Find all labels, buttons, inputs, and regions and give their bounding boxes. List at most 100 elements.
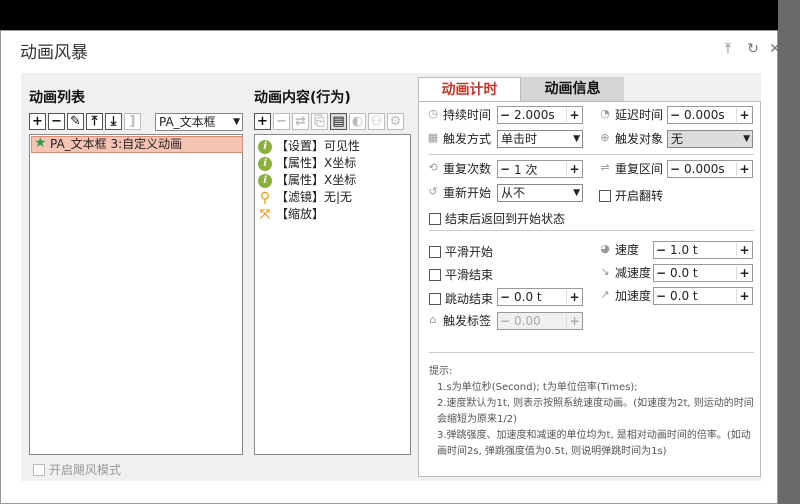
increment-icon[interactable]: + [736, 162, 752, 176]
smooth-end-box[interactable] [429, 268, 441, 281]
restart-dropdown[interactable]: 从不 ▼ [497, 184, 583, 202]
decel-value[interactable]: 0.0 t [668, 266, 736, 280]
tips: 提示: 1.s为单位秒(Second); t为单位倍率(Times); 2.速度… [429, 364, 759, 460]
accel-value[interactable]: 0.0 t [668, 289, 736, 303]
smooth-start-box[interactable] [429, 245, 441, 258]
decrement-icon[interactable]: − [498, 162, 512, 176]
repeat-value[interactable]: 1 次 [512, 161, 566, 178]
list-item[interactable]: ★ PA_文本框 3:自定义动画 [31, 136, 243, 153]
flip-label: 开启翻转 [615, 189, 664, 203]
decrement-icon[interactable]: − [654, 289, 668, 303]
decel-icon: ↘ [600, 265, 610, 278]
anim-item-label: PA_文本框 3:自定义动画 [50, 137, 183, 151]
contrast-icon[interactable]: ◐ [349, 113, 366, 130]
increment-icon[interactable]: + [736, 266, 752, 280]
decrement-icon[interactable]: − [498, 108, 512, 122]
list-item[interactable]: i 【属性】X坐标 [258, 155, 356, 172]
refresh-icon[interactable]: ↻ [743, 39, 763, 59]
gear-icon[interactable]: ⚙ [387, 113, 404, 130]
list-item[interactable]: ⤧ 【缩放】 [258, 206, 324, 223]
increment-icon[interactable]: + [566, 314, 582, 328]
increment-icon[interactable]: + [736, 289, 752, 303]
star-icon: ★ [34, 135, 47, 151]
restart-label: ↺ 重新开始 [428, 185, 492, 201]
increment-icon[interactable]: + [566, 108, 582, 122]
bounce-value[interactable]: 0.0 t [512, 290, 566, 304]
repeat-stepper[interactable]: −1 次 + [497, 160, 583, 178]
smooth-start-checkbox[interactable]: 平滑开始 [429, 243, 493, 260]
behaviors-toolbar: + − ⇄ ⎘ ▤ ◐ ⚇ ⚙ [254, 113, 404, 130]
tab-timing[interactable]: 动画计时 [418, 77, 521, 101]
bounce-checkbox[interactable]: 跳动结束 [429, 290, 493, 307]
return-box[interactable] [429, 212, 441, 225]
repeat-label: ⟲ 重复次数 [428, 161, 492, 177]
object-dropdown[interactable]: PA_文本框 ▼ [155, 113, 243, 131]
target-label: ⊕ 触发对象 [600, 131, 664, 147]
increment-icon[interactable]: + [566, 290, 582, 304]
decrement-icon[interactable]: − [654, 266, 668, 280]
tab-info[interactable]: 动画信息 [521, 77, 624, 101]
anim-list[interactable]: ★ PA_文本框 3:自定义动画 [29, 134, 243, 455]
decrement-icon[interactable]: − [668, 162, 682, 176]
decrement-icon[interactable]: − [498, 314, 512, 328]
flip-box[interactable] [599, 189, 611, 202]
increment-icon[interactable]: + [736, 108, 752, 122]
dialog-content: 动画列表 + − ✎ ⤒ ⤓ ] PA_文本框 ▼ ★ PA_文本框 3:自定义… [21, 73, 761, 481]
flip-checkbox[interactable]: 开启翻转 [599, 187, 663, 204]
bounce-box[interactable] [429, 292, 441, 305]
duration-value[interactable]: 2.000s [512, 108, 566, 122]
bounce-stepper[interactable]: −0.0 t + [497, 288, 583, 306]
add-behavior-icon[interactable]: + [254, 113, 271, 130]
close-icon[interactable]: ✕ [765, 39, 785, 59]
list-item[interactable]: i 【属性】X坐标 [258, 172, 356, 189]
accel-stepper[interactable]: −0.0 t + [653, 287, 753, 305]
decel-stepper[interactable]: −0.0 t + [653, 264, 753, 282]
move-top-icon[interactable]: ⤒ [86, 113, 103, 130]
chevron-down-icon: ▼ [233, 117, 240, 127]
trigger-tag-stepper[interactable]: −0.00 + [497, 312, 583, 330]
decrement-icon[interactable]: − [668, 108, 682, 122]
brush-icon[interactable]: ✎ [67, 113, 84, 130]
list-item[interactable]: ⚲ 【滤镜】无|无 [258, 189, 352, 206]
speed-value[interactable]: 1.0 t [668, 243, 736, 257]
duration-stepper[interactable]: −2.000s + [497, 106, 583, 124]
return-checkbox[interactable]: 结束后返回到开始状态 [429, 210, 565, 227]
bounce-label: 跳动结束 [445, 292, 494, 306]
interval-label: ⇌ 重复区间 [600, 161, 664, 177]
increment-icon[interactable]: + [736, 243, 752, 257]
tag-icon: ⌂ [429, 313, 437, 326]
add-icon[interactable]: + [29, 113, 46, 130]
storm-mode-checkbox[interactable]: 开启飓风模式 [33, 461, 121, 478]
behavior-label: 【属性】X坐标 [276, 156, 357, 170]
delay-stepper[interactable]: −0.000s + [667, 106, 753, 124]
remove-behavior-icon[interactable]: − [273, 113, 290, 130]
shuffle-icon[interactable]: ⇄ [292, 113, 309, 130]
scale-icon: ⤧ [259, 207, 271, 222]
behaviors-list[interactable]: i 【设置】可见性 i 【属性】X坐标 i 【属性】X坐标 ⚲ 【滤镜】无|无 … [254, 134, 411, 455]
list-item[interactable]: i 【设置】可见性 [258, 138, 360, 155]
move-bottom-icon[interactable]: ⤓ [105, 113, 122, 130]
interval-stepper[interactable]: −0.000s + [667, 160, 753, 178]
nodes-icon[interactable]: ⚇ [368, 113, 385, 130]
copy-icon[interactable]: ⎘ [311, 113, 328, 130]
behavior-label: 【设置】可见性 [276, 139, 361, 153]
document-icon[interactable]: ▤ [330, 113, 347, 130]
decrement-icon[interactable]: − [654, 243, 668, 257]
pin-top-icon[interactable]: ⤒ [718, 39, 738, 59]
trigger-tag-value[interactable]: 0.00 [512, 314, 566, 328]
speed-stepper[interactable]: −1.0 t + [653, 241, 753, 259]
interval-value[interactable]: 0.000s [682, 162, 736, 176]
smooth-end-checkbox[interactable]: 平滑结束 [429, 266, 493, 283]
background-window-edge [778, 0, 800, 504]
increment-icon[interactable]: + [566, 162, 582, 176]
chevron-down-icon: ▼ [573, 134, 580, 144]
trigger-dropdown[interactable]: 单击时 ▼ [497, 130, 583, 148]
tips-title: 提示: [429, 366, 453, 377]
storm-mode-box[interactable] [33, 463, 45, 476]
bracket-icon[interactable]: ] [124, 113, 141, 130]
target-dropdown[interactable]: 无 ▼ [667, 130, 753, 148]
title-bar: 动画风暴 ⤒ ↻ ✕ [1, 31, 781, 67]
decrement-icon[interactable]: − [498, 290, 512, 304]
remove-icon[interactable]: − [48, 113, 65, 130]
delay-value[interactable]: 0.000s [682, 108, 736, 122]
